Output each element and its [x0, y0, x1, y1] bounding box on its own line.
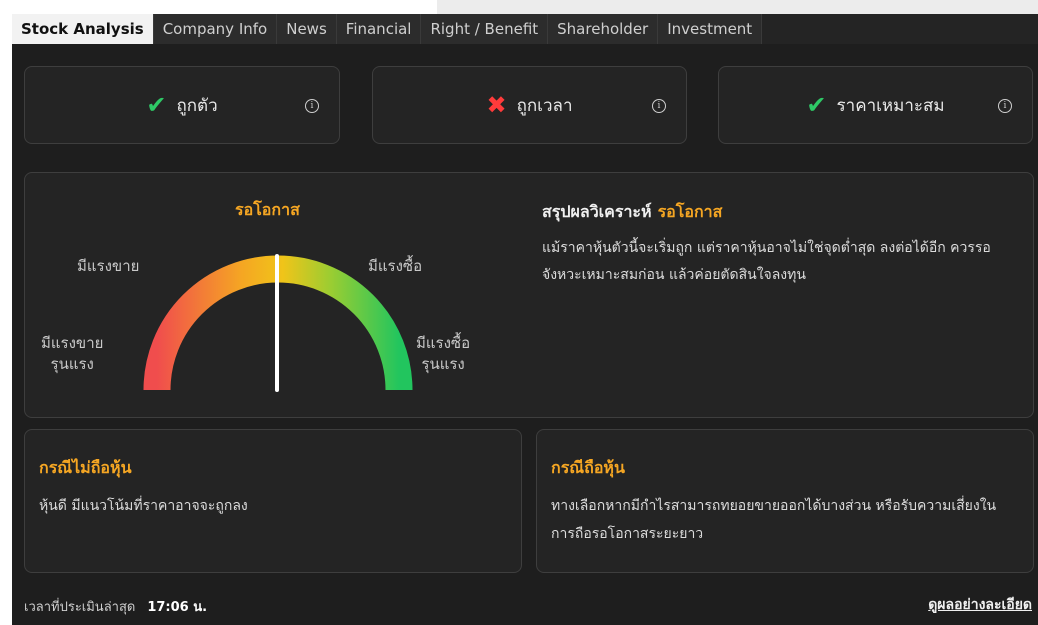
gauge-label-strong-sell-line1: มีแรงขาย	[41, 334, 104, 352]
status-card-right-stock: ✔ ถูกตัว i	[24, 66, 340, 144]
tab-company-info[interactable]: Company Info	[153, 14, 278, 44]
tab-news[interactable]: News	[277, 14, 337, 44]
last-evaluated-time: 17:06 น.	[147, 600, 208, 615]
case-title: กรณีไม่ถือหุ้น	[39, 458, 132, 477]
case-card-not-holding: กรณีไม่ถือหุ้น หุ้นดี มีแนวโน้มที่ราคาอา…	[24, 429, 522, 573]
info-icon[interactable]: i	[652, 99, 666, 113]
status-label: ราคาเหมาะสม	[836, 95, 945, 116]
status-label: ถูกเวลา	[516, 95, 573, 116]
check-icon: ✔	[806, 91, 827, 119]
status-card-right-time: ✖ ถูกเวลา i	[372, 66, 687, 144]
analysis-panel: ✔ ถูกตัว i ✖ ถูกเวลา i ✔ ราคาเหมาะสม i ร…	[12, 44, 1038, 625]
summary-heading: สรุปผลวิเคราะห์ รอโอกาส	[542, 200, 722, 225]
last-evaluated: เวลาที่ประเมินล่าสุด 17:06 น.	[24, 596, 207, 617]
status-label: ถูกตัว	[176, 95, 218, 116]
status-card-fair-price: ✔ ราคาเหมาะสม i	[718, 66, 1033, 144]
gauge-meter	[143, 254, 413, 392]
gauge-title: รอโอกาส	[235, 200, 300, 219]
tab-bar: Stock Analysis Company Info News Financi…	[12, 14, 1038, 44]
gauge-label-strong-sell: มีแรงขาย รุนแรง	[41, 333, 103, 375]
top-shade	[437, 0, 1038, 14]
last-evaluated-label: เวลาที่ประเมินล่าสุด	[24, 600, 136, 615]
summary-title: สรุปผลวิเคราะห์	[542, 202, 652, 221]
tab-investment[interactable]: Investment	[658, 14, 763, 44]
info-icon[interactable]: i	[305, 99, 319, 113]
case-card-holding: กรณีถือหุ้น ทางเลือกหากมีกำไรสามารถทยอยข…	[536, 429, 1034, 573]
gauge-card: รอโอกาส มีแรงขาย มีแรงซื้อ มีแรงขาย รุนแ…	[24, 172, 1034, 418]
tab-right-benefit[interactable]: Right / Benefit	[421, 14, 549, 44]
case-text: ทางเลือกหากมีกำไรสามารถทยอยขายออกได้บางส…	[551, 498, 997, 542]
tab-financial[interactable]: Financial	[336, 14, 422, 44]
case-text: หุ้นดี มีแนวโน้มที่ราคาอาจจะถูกลง	[39, 498, 248, 514]
view-details-link[interactable]: ดูผลอย่างละเอียด	[928, 594, 1032, 616]
summary-verdict: รอโอกาส	[657, 202, 723, 221]
case-title: กรณีถือหุ้น	[551, 458, 625, 477]
info-icon[interactable]: i	[998, 99, 1012, 113]
summary-text: แม้ราคาหุ้นตัวนี้จะเริ่มถูก แต่ราคาหุ้นอ…	[542, 240, 991, 283]
tab-stock-analysis[interactable]: Stock Analysis	[12, 14, 154, 44]
gauge-label-strong-sell-line2: รุนแรง	[50, 355, 94, 373]
tab-shareholder[interactable]: Shareholder	[548, 14, 659, 44]
cross-icon: ✖	[486, 91, 507, 119]
check-icon: ✔	[146, 91, 167, 119]
